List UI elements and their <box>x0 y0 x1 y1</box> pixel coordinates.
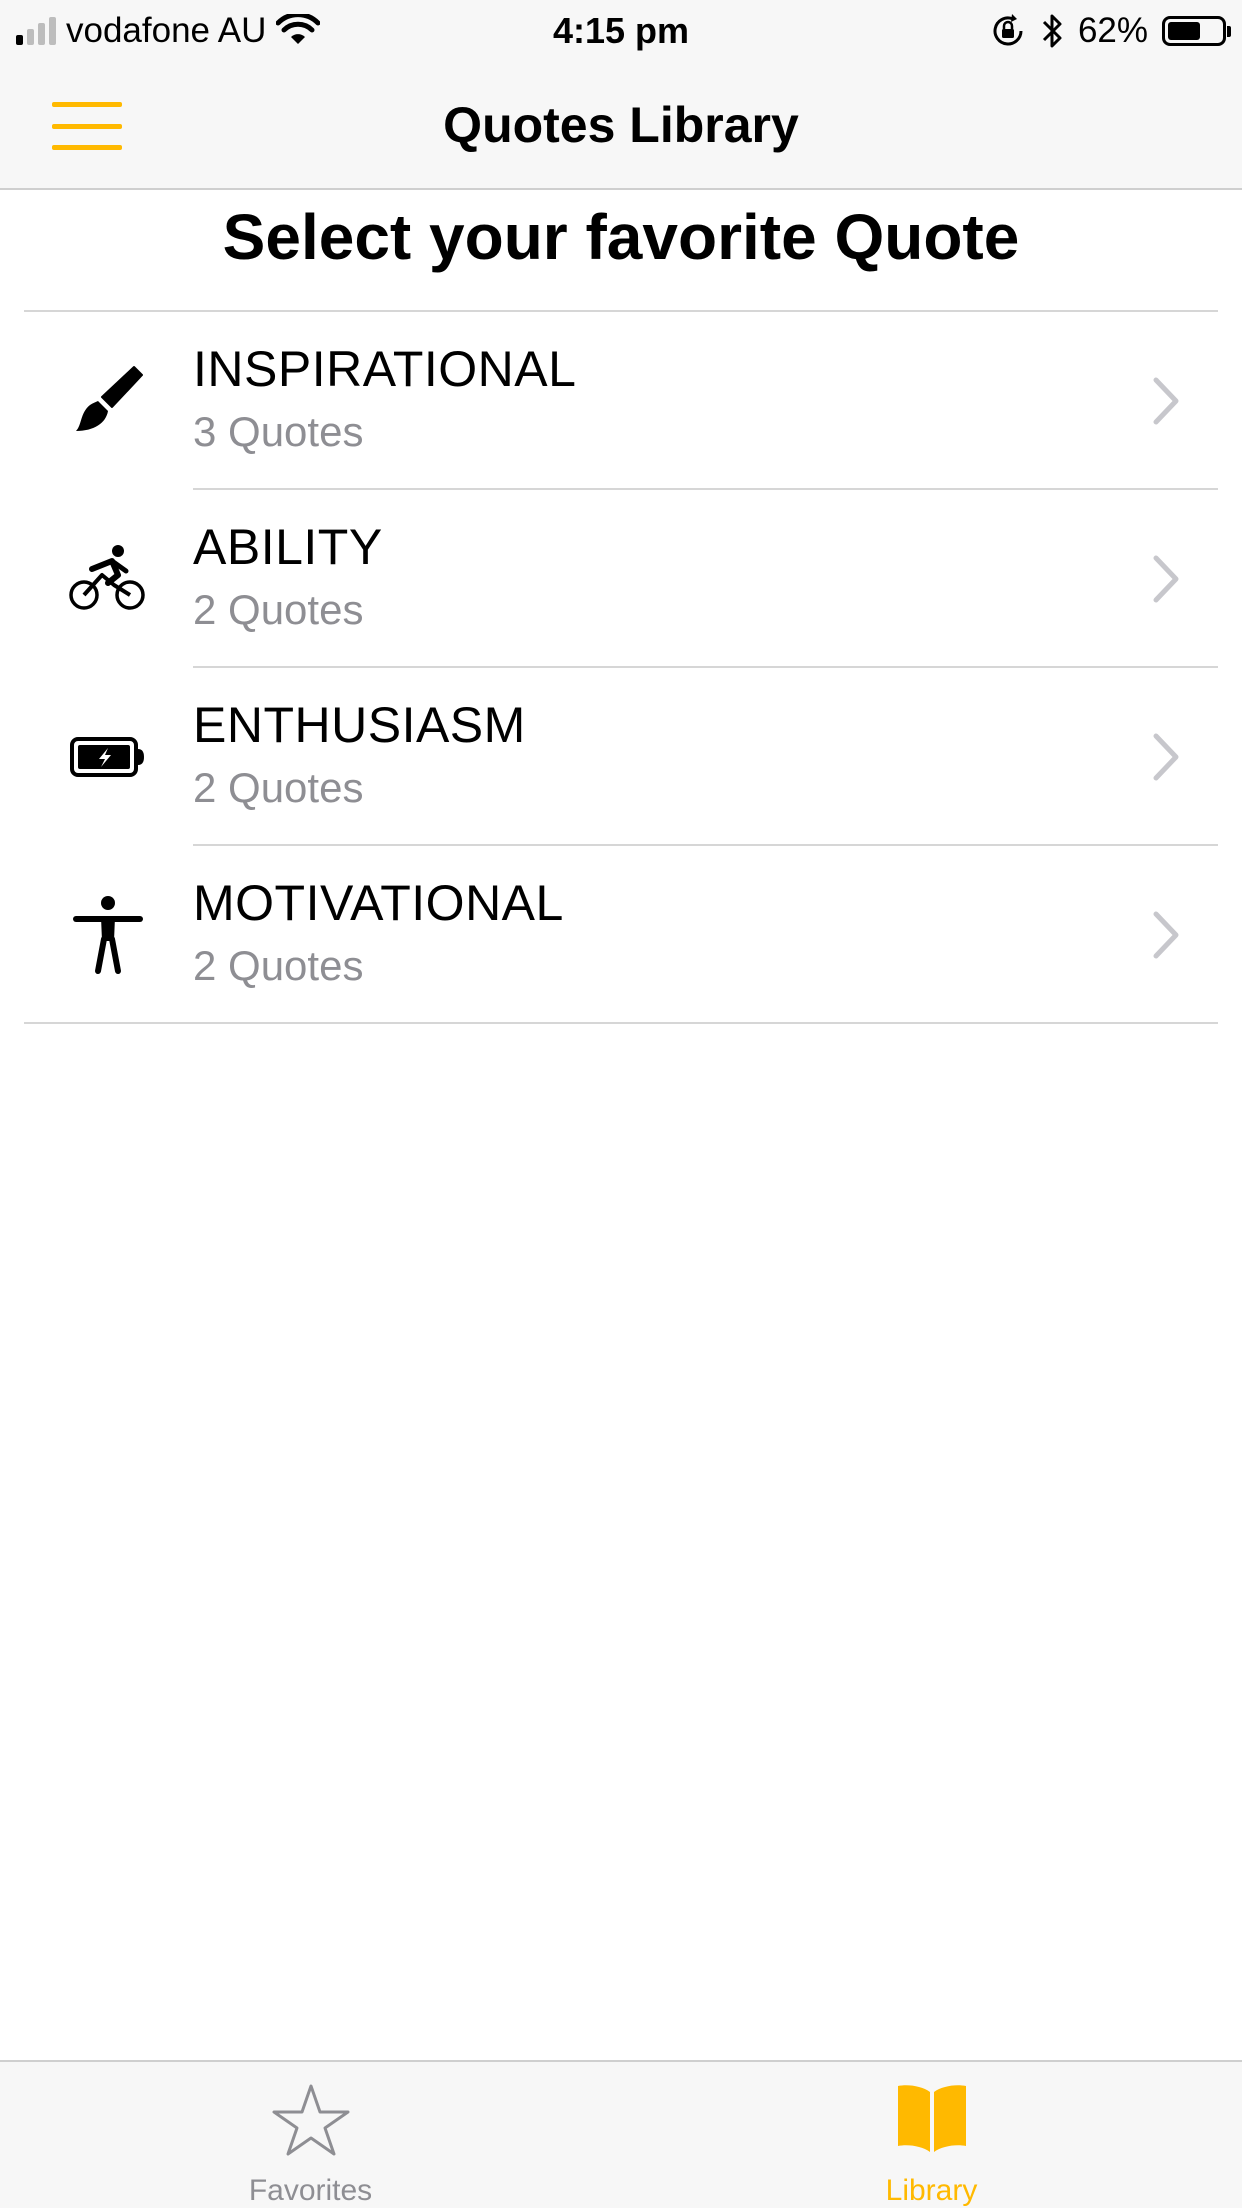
row-divider <box>24 1022 1218 1024</box>
page-heading: Select your favorite Quote <box>222 201 1020 273</box>
category-title: ABILITY <box>193 519 383 575</box>
category-row-enthusiasm[interactable]: ENTHUSIASM 2 Quotes <box>0 668 1242 846</box>
category-quote-count: 2 Quotes <box>193 764 364 811</box>
category-quote-count: 2 Quotes <box>193 942 364 989</box>
nav-title: Quotes Library <box>443 97 799 153</box>
chevron-right-icon <box>1153 555 1179 603</box>
rotation-lock-icon <box>993 14 1023 46</box>
category-row-ability[interactable]: ABILITY 2 Quotes <box>0 490 1242 668</box>
category-title: ENTHUSIASM <box>193 697 526 753</box>
battery-icon <box>1162 16 1231 46</box>
app-screen: vodafone AU 4:15 pm 62% Quotes Library S… <box>0 0 1242 2208</box>
category-quote-count: 2 Quotes <box>193 586 364 633</box>
chevron-right-icon <box>1153 733 1179 781</box>
bluetooth-icon <box>1042 14 1062 48</box>
tab-bar: Favorites Library <box>0 2060 1242 2208</box>
category-row-motivational[interactable]: MOTIVATIONAL 2 Quotes <box>0 846 1242 1024</box>
category-list: INSPIRATIONAL 3 Quotes ABILITY 2 Quotes <box>0 312 1242 1024</box>
cyclist-icon <box>68 539 148 619</box>
open-book-icon <box>897 2085 966 2152</box>
battery-percentage: 62% <box>1077 11 1148 50</box>
tab-favorites[interactable]: Favorites <box>0 2062 621 2208</box>
status-bar: vodafone AU 4:15 pm 62% <box>0 0 1242 62</box>
navigation-bar: Quotes Library <box>0 62 1242 190</box>
status-right: 62% <box>990 10 1231 52</box>
tab-label: Library <box>885 2174 978 2207</box>
category-row-inspirational[interactable]: INSPIRATIONAL 3 Quotes <box>0 312 1242 490</box>
person-arms-out-icon <box>68 895 148 975</box>
tab-label: Favorites <box>248 2174 373 2207</box>
paintbrush-icon <box>68 361 148 441</box>
category-title: INSPIRATIONAL <box>193 341 577 397</box>
battery-charging-icon <box>68 717 148 797</box>
category-title: MOTIVATIONAL <box>193 875 564 931</box>
tab-library[interactable]: Library <box>621 2062 1242 2208</box>
battery-fill <box>1168 22 1201 40</box>
chevron-right-icon <box>1153 911 1179 959</box>
chevron-right-icon <box>1153 377 1179 425</box>
category-quote-count: 3 Quotes <box>193 408 364 455</box>
star-outline-icon <box>272 2084 349 2156</box>
